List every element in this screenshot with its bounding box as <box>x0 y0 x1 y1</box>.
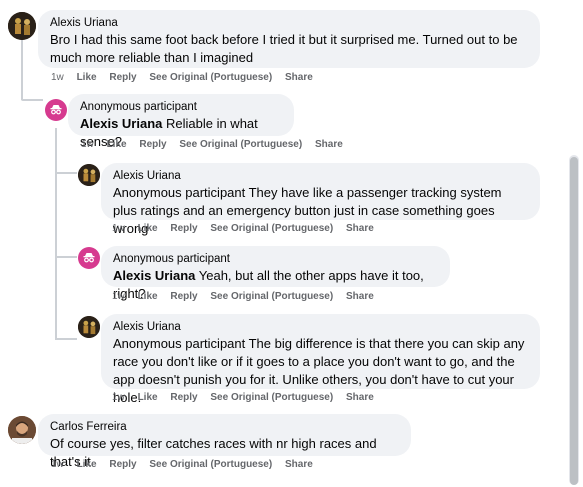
reply-button[interactable]: Reply <box>170 291 197 302</box>
comment-author[interactable]: Alexis Uriana <box>113 320 528 335</box>
thread-line <box>55 172 77 174</box>
like-button[interactable]: Like <box>107 139 127 150</box>
share-button[interactable]: Share <box>346 291 374 302</box>
thread-line <box>21 99 43 101</box>
avatar[interactable] <box>78 316 100 338</box>
comment-author[interactable]: Alexis Uriana <box>113 169 528 184</box>
share-button[interactable]: Share <box>285 459 313 470</box>
comment-text: Bro I had this same foot back before I t… <box>50 32 518 65</box>
profile-photo-icon <box>78 164 100 186</box>
thread-line <box>55 128 57 339</box>
reply-button[interactable]: Reply <box>170 392 197 403</box>
reply-button[interactable]: Reply <box>170 223 197 234</box>
like-button[interactable]: Like <box>77 459 97 470</box>
reply-button[interactable]: Reply <box>109 459 136 470</box>
anonymous-icon <box>50 105 62 115</box>
anonymous-icon <box>83 253 95 263</box>
share-button[interactable]: Share <box>346 223 374 234</box>
comment-bubble: Anonymous participant Alexis Uriana Reli… <box>68 94 294 149</box>
avatar[interactable] <box>45 99 67 121</box>
comment-time[interactable]: 1w <box>112 223 125 234</box>
see-original-button[interactable]: See Original (Portuguese) <box>149 459 272 470</box>
mention-link[interactable]: Alexis Uriana <box>80 116 162 131</box>
profile-photo-icon <box>78 316 100 338</box>
see-original-button[interactable]: See Original (Portuguese) <box>210 392 333 403</box>
see-original-button[interactable]: See Original (Portuguese) <box>210 223 333 234</box>
comment-time[interactable]: 1w <box>112 392 125 403</box>
thread-line <box>55 338 77 340</box>
mention-link[interactable]: Alexis Uriana <box>113 268 195 283</box>
comment-actions: 1w Like Reply See Original (Portuguese) … <box>51 459 323 470</box>
avatar[interactable] <box>78 247 100 269</box>
comment-bubble: Alexis Uriana Bro I had this same foot b… <box>38 10 540 68</box>
comment-actions: 1w Like Reply See Original (Portuguese) … <box>112 291 384 302</box>
like-button[interactable]: Like <box>138 223 158 234</box>
comment-bubble: Carlos Ferreira Of course yes, filter ca… <box>38 414 411 469</box>
see-original-button[interactable]: See Original (Portuguese) <box>179 139 302 150</box>
like-button[interactable]: Like <box>138 392 158 403</box>
comment-time[interactable]: 1w <box>81 139 94 150</box>
reply-button[interactable]: Reply <box>109 72 136 83</box>
scrollbar-thumb[interactable] <box>570 157 578 485</box>
share-button[interactable]: Share <box>285 72 313 83</box>
profile-photo-icon <box>8 416 36 444</box>
comment-actions: 1w Like Reply See Original (Portuguese) … <box>81 139 353 150</box>
see-original-button[interactable]: See Original (Portuguese) <box>149 72 272 83</box>
reply-button[interactable]: Reply <box>139 139 166 150</box>
thread-line <box>21 40 23 100</box>
comment-bubble: Alexis Uriana Anonymous participant The … <box>101 314 540 405</box>
comment-time[interactable]: 1w <box>112 291 125 302</box>
share-button[interactable]: Share <box>315 139 343 150</box>
comment-author[interactable]: Anonymous participant <box>113 252 438 267</box>
comment-actions: 1w Like Reply See Original (Portuguese) … <box>112 223 384 234</box>
avatar[interactable] <box>78 164 100 186</box>
comment-actions: 1w Like Reply See Original (Portuguese) … <box>112 392 384 403</box>
see-original-button[interactable]: See Original (Portuguese) <box>210 291 333 302</box>
comment-author[interactable]: Carlos Ferreira <box>50 420 399 435</box>
comment-author[interactable]: Anonymous participant <box>80 100 282 115</box>
avatar[interactable] <box>8 12 36 40</box>
like-button[interactable]: Like <box>77 72 97 83</box>
thread-line <box>55 256 77 258</box>
avatar[interactable] <box>8 416 36 444</box>
comment-time[interactable]: 1w <box>51 72 64 83</box>
like-button[interactable]: Like <box>138 291 158 302</box>
share-button[interactable]: Share <box>346 392 374 403</box>
comment-actions: 1w Like Reply See Original (Portuguese) … <box>51 72 323 83</box>
profile-photo-icon <box>8 12 36 40</box>
comment-bubble: Alexis Uriana Anonymous participant They… <box>101 163 540 236</box>
comment-bubble: Anonymous participant Alexis Uriana Yeah… <box>101 246 450 301</box>
comment-time[interactable]: 1w <box>51 459 64 470</box>
comment-author[interactable]: Alexis Uriana <box>50 16 528 31</box>
